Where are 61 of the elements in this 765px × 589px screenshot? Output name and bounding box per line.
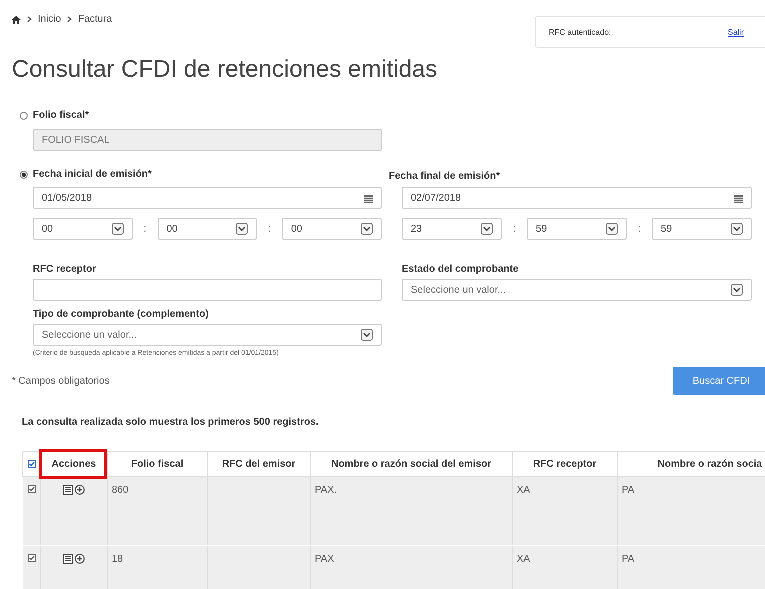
- time-select[interactable]: 59: [652, 218, 752, 240]
- caret-icon: [361, 329, 373, 341]
- caret-icon: [606, 223, 618, 235]
- column-header: Nombre o razón social del emisor: [310, 452, 512, 476]
- column-header: Acciones: [40, 452, 108, 476]
- logout-link[interactable]: Salir: [728, 28, 744, 36]
- date-field[interactable]: 01/05/2018: [33, 187, 382, 209]
- field-label: Estado del comprobante: [402, 264, 520, 275]
- field-label: Folio fiscal*: [33, 110, 90, 121]
- rfc-input[interactable]: [33, 279, 382, 301]
- list-icon[interactable]: [63, 554, 73, 564]
- status-select[interactable]: Seleccione un valor...: [402, 279, 752, 301]
- type-select[interactable]: Seleccione un valor...: [33, 324, 382, 346]
- time-select[interactable]: 59: [527, 218, 627, 240]
- table-cell: PAX: [310, 546, 512, 589]
- page-title: Consultar CFDI de retenciones emitidas: [12, 56, 439, 84]
- column-header: Folio fiscal: [108, 452, 208, 476]
- table-cell: 18: [108, 546, 208, 589]
- table-cell: PAX.: [310, 476, 512, 546]
- column-header: RFC receptor: [512, 452, 618, 476]
- chevron-icon: [27, 16, 32, 23]
- column-header: RFC del emisor: [208, 452, 310, 476]
- time-select[interactable]: 00: [158, 218, 258, 240]
- table-cell: XA: [512, 476, 618, 546]
- chevron-icon: [67, 16, 72, 23]
- checkbox[interactable]: [28, 460, 36, 468]
- field-label: Fecha inicial de emisión*: [33, 169, 152, 180]
- table-cell: PA: [618, 476, 765, 546]
- caret-icon: [480, 223, 493, 235]
- field-label: Fecha final de emisión*: [389, 171, 502, 182]
- required-note: * Campos obligatorios: [12, 376, 110, 386]
- date-field[interactable]: 02/07/2018: [402, 187, 752, 209]
- checkbox[interactable]: [28, 485, 36, 493]
- time-select[interactable]: 00: [282, 218, 382, 240]
- time-separator: :: [512, 223, 516, 235]
- plus-circle-icon[interactable]: [75, 554, 85, 564]
- column-header: Nombre o razón socia: [618, 452, 765, 476]
- auth-label: RFC autenticado:: [549, 28, 612, 36]
- caret-icon: [730, 223, 743, 235]
- breadcrumb-link[interactable]: Factura: [78, 14, 112, 25]
- home-icon[interactable]: [12, 16, 21, 24]
- field-label: Tipo de comprobante (complemento): [33, 309, 210, 320]
- caret-icon: [731, 284, 743, 296]
- time-separator: :: [638, 223, 642, 235]
- field-label: RFC receptor: [33, 264, 98, 275]
- checkbox[interactable]: [28, 554, 36, 562]
- caret-icon: [361, 223, 373, 235]
- plus-circle-icon[interactable]: [75, 485, 85, 495]
- time-separator: :: [144, 223, 147, 235]
- table-cell: XA: [512, 546, 618, 589]
- breadcrumb-link[interactable]: Inicio: [38, 14, 62, 25]
- table-cell: 860: [108, 476, 208, 546]
- radio-button[interactable]: [20, 170, 28, 178]
- time-select[interactable]: 00: [33, 218, 133, 240]
- list-icon[interactable]: [63, 485, 73, 495]
- caret-icon: [236, 223, 248, 235]
- caret-icon: [112, 223, 124, 235]
- time-select[interactable]: 23: [402, 218, 502, 240]
- table-cell: PA: [618, 546, 765, 589]
- limit-note: La consulta realizada solo muestra los primeros 500 registros.: [22, 417, 320, 428]
- time-separator: :: [268, 223, 272, 235]
